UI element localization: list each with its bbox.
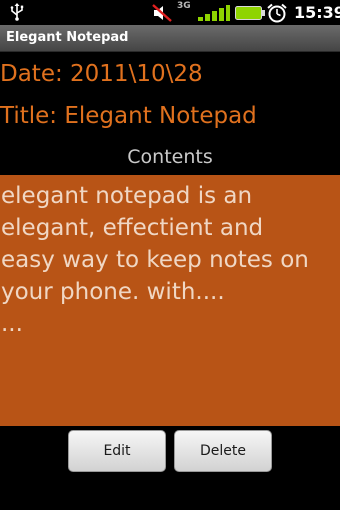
note-title: Title: Elegant Notepad: [0, 103, 257, 129]
contents-text: elegant notepad is an elegant, effectien…: [1, 183, 309, 337]
delete-button[interactable]: Delete: [174, 430, 272, 472]
app-title: Elegant Notepad: [6, 30, 129, 45]
app-title-bar: Elegant Notepad: [0, 25, 340, 52]
status-bar: 3G 15:39: [0, 0, 340, 25]
signal-bars-icon: [198, 5, 230, 21]
edit-button[interactable]: Edit: [68, 430, 166, 472]
network-type-label: 3G: [177, 1, 191, 11]
alarm-icon: [267, 3, 287, 23]
contents-label: Contents: [127, 146, 213, 168]
status-clock: 15:39: [294, 3, 340, 22]
usb-icon: [10, 3, 24, 21]
battery-icon: [235, 6, 265, 20]
vibrate-muted-icon: [152, 4, 172, 22]
note-date: Date: 2011\10\28: [0, 61, 203, 87]
